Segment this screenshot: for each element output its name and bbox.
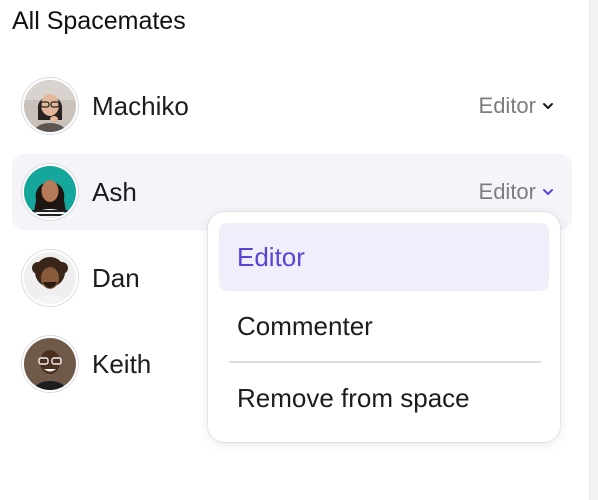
- avatar-ash-image: [24, 166, 76, 218]
- member-name: Machiko: [92, 91, 189, 121]
- section-heading: All Spacemates: [12, 7, 186, 35]
- role-label: Editor: [478, 93, 536, 118]
- avatar: [22, 336, 78, 392]
- chevron-down-icon: [543, 189, 553, 195]
- avatar: [22, 78, 78, 134]
- member-row-machiko[interactable]: Machiko Editor: [12, 68, 572, 144]
- spacemates-panel: All Spacemates Machiko Editor Ash Editor…: [0, 0, 598, 500]
- menu-item-remove-from-space[interactable]: Remove from space: [219, 364, 549, 432]
- role-label: Editor: [478, 179, 536, 204]
- avatar-dan-image: [24, 252, 76, 304]
- member-name: Keith: [92, 349, 152, 379]
- member-name: Dan: [92, 263, 140, 293]
- menu-item-editor[interactable]: Editor: [219, 223, 549, 291]
- avatar-machiko-image: [24, 80, 76, 132]
- role-dropdown-menu: Editor Commenter Remove from space: [208, 212, 560, 442]
- scrollbar-track[interactable]: [589, 0, 598, 500]
- member-name: Ash: [92, 177, 137, 207]
- chevron-down-icon: [543, 103, 553, 109]
- menu-item-commenter[interactable]: Commenter: [219, 292, 549, 360]
- avatar-keith-image: [24, 338, 76, 390]
- avatar: [22, 164, 78, 220]
- avatar: [22, 250, 78, 306]
- role-selector[interactable]: Editor: [479, 176, 554, 208]
- menu-divider: [229, 361, 541, 363]
- role-selector[interactable]: Editor: [479, 90, 554, 122]
